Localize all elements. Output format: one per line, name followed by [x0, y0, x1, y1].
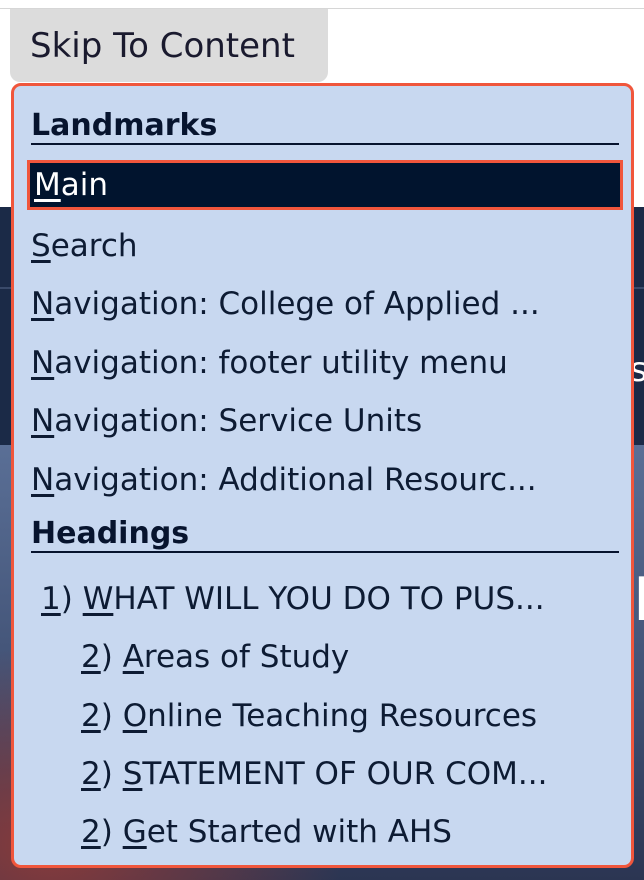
landmark-label: avigation: footer utility menu	[54, 345, 508, 381]
access-key: N	[31, 462, 55, 498]
landmark-label: avigation: Service Units	[54, 403, 423, 439]
access-key: N	[31, 403, 55, 439]
heading-level: 2	[81, 756, 101, 792]
page-partial-heading: I	[633, 565, 644, 635]
heading-level: 2	[81, 639, 101, 675]
landmark-item-nav-college[interactable]: Navigation: College of Applied ...	[27, 279, 623, 329]
headings-group-title: Headings	[31, 516, 619, 553]
landmark-item-main[interactable]: Main	[27, 160, 623, 210]
access-key: N	[31, 345, 55, 381]
access-key: S	[31, 228, 51, 264]
heading-label: reas of Study	[143, 639, 350, 675]
heading-level-suffix: )	[60, 581, 83, 617]
heading-label: TATEMENT OF OUR COM...	[142, 756, 548, 792]
heading-level: 2	[81, 814, 101, 850]
landmark-label: earch	[50, 228, 138, 264]
heading-level-suffix: )	[100, 639, 123, 675]
heading-level-suffix: )	[100, 698, 123, 734]
heading-item-statement[interactable]: 2) STATEMENT OF OUR COM...	[27, 749, 623, 799]
access-key: M	[34, 167, 61, 203]
landmark-item-nav-service-units[interactable]: Navigation: Service Units	[27, 396, 623, 446]
heading-item-level-1[interactable]: 1) WHAT WILL YOU DO TO PUS...	[27, 574, 623, 624]
landmarks-group-title: Landmarks	[31, 108, 619, 145]
access-key: N	[31, 286, 55, 322]
landmark-item-nav-additional[interactable]: Navigation: Additional Resourc...	[27, 455, 623, 505]
heading-level: 1	[41, 581, 61, 617]
heading-level-suffix: )	[100, 756, 123, 792]
heading-label: et Started with AHS	[146, 814, 452, 850]
heading-label: HAT WILL YOU DO TO PUS...	[113, 581, 545, 617]
landmark-item-nav-footer[interactable]: Navigation: footer utility menu	[27, 338, 623, 388]
landmark-label: avigation: Additional Resourc...	[54, 462, 537, 498]
access-key: G	[122, 814, 147, 850]
landmark-label: avigation: College of Applied ...	[54, 286, 540, 322]
skip-to-content-link[interactable]: Skip To Content	[10, 9, 328, 82]
heading-label: nline Teaching Resources	[147, 698, 538, 734]
access-key: O	[122, 698, 148, 734]
heading-item-areas-of-study[interactable]: 2) Areas of Study	[27, 632, 623, 682]
heading-item-online-teaching[interactable]: 2) Online Teaching Resources	[27, 691, 623, 741]
landmark-item-search[interactable]: Search	[27, 221, 623, 271]
access-key: S	[122, 756, 143, 792]
access-key: A	[122, 639, 144, 675]
landmarks-menu: Landmarks Main Search Navigation: Colleg…	[11, 83, 634, 868]
access-key: W	[82, 581, 114, 617]
landmark-label: ain	[60, 167, 109, 203]
heading-level-suffix: )	[100, 814, 123, 850]
heading-item-get-started[interactable]: 2) Get Started with AHS	[27, 807, 623, 857]
heading-level: 2	[81, 698, 101, 734]
